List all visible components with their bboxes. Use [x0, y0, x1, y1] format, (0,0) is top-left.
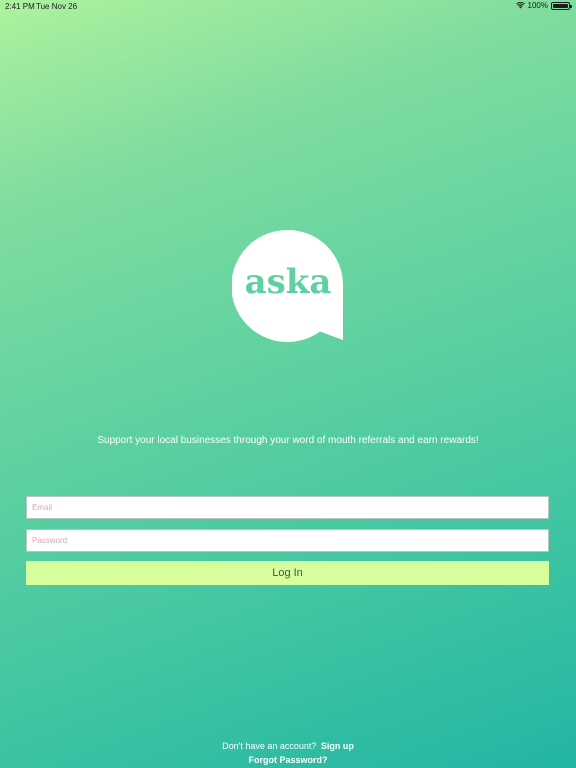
status-bar: 2:41 PM Tue Nov 26 100%: [0, 0, 576, 12]
tagline: Support your local businesses through yo…: [97, 435, 479, 446]
signup-link[interactable]: Sign up: [321, 741, 354, 751]
wifi-icon: [515, 2, 525, 9]
password-input[interactable]: [26, 529, 549, 552]
battery-icon: [551, 1, 572, 10]
aska-logo: aska: [232, 230, 344, 342]
logo-text: aska: [244, 262, 332, 302]
signup-row: Don't have an account? Sign up: [0, 741, 576, 751]
battery-fill: [553, 3, 568, 8]
status-indicators: 100%: [515, 1, 572, 10]
login-button[interactable]: Log In: [26, 561, 549, 585]
status-date: Tue Nov 26: [36, 2, 78, 11]
forgot-password-link[interactable]: Forgot Password?: [0, 755, 576, 765]
email-input[interactable]: [26, 496, 549, 519]
battery-percentage: 100%: [527, 1, 548, 10]
signup-prompt: Don't have an account?: [222, 741, 317, 751]
status-time: 2:41 PM: [5, 2, 35, 11]
